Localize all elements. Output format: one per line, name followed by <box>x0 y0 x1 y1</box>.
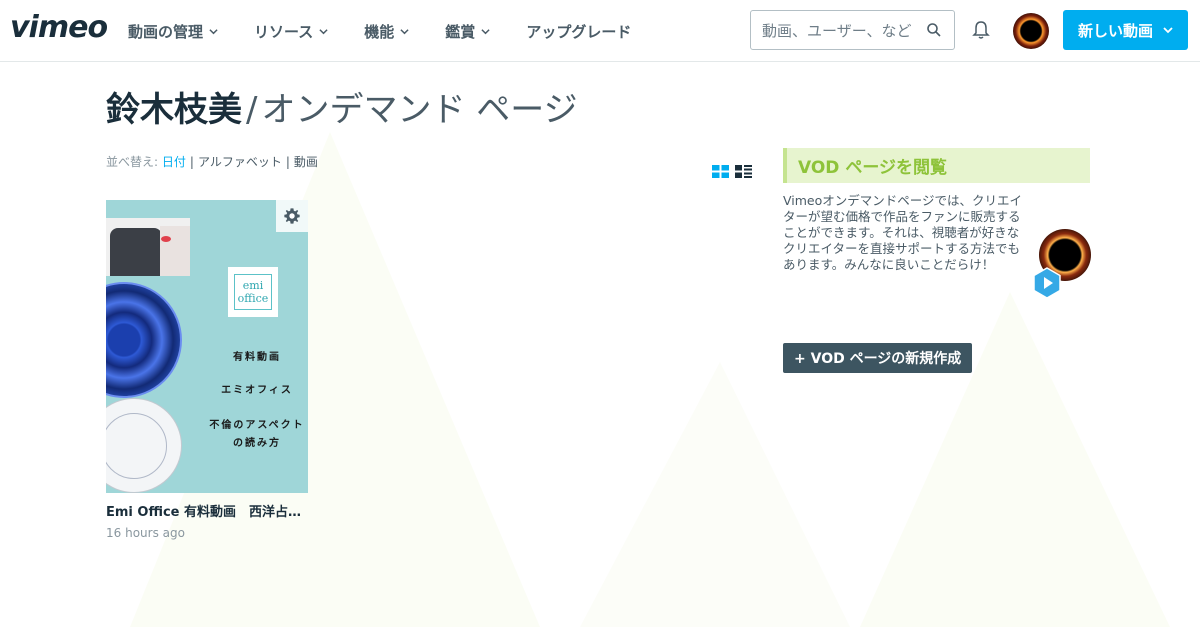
bell-icon[interactable] <box>972 20 990 40</box>
nav-item-label: 動画の管理 <box>128 22 204 41</box>
nav-item-upgrade[interactable]: アップグレード <box>526 21 631 42</box>
new-video-label: 新しい動画 <box>1077 21 1153 40</box>
search-box <box>750 10 955 50</box>
thumbnail-text-line: 不倫のアスペクト <box>209 420 305 431</box>
video-settings-button[interactable] <box>276 200 308 232</box>
gear-icon <box>284 208 300 224</box>
vimeo-logo[interactable]: vimeo <box>10 10 108 45</box>
nav-item-features[interactable]: 機能 <box>364 21 409 42</box>
vod-info-panel: VOD ページを閲覧 Vimeoオンデマンドページでは、クリエイターが望む価格で… <box>783 148 1091 373</box>
emi-office-logo: emi office <box>228 267 278 317</box>
video-card[interactable]: emi office 有料動画 エミオフィス 不倫のアスペクト の読み方 Emi… <box>106 200 308 540</box>
chevron-down-icon <box>400 28 409 34</box>
sort-options: 並べ替え: 日付 | アルファベット | 動画 <box>106 153 318 170</box>
top-nav-bar: vimeo 動画の管理 リソース 機能 鑑賞 アップグレード 新しい動画 <box>0 0 1200 62</box>
thumbnail-text-line: エミオフィス <box>221 385 293 396</box>
photo-shirt <box>160 226 190 276</box>
search-input[interactable] <box>762 20 922 42</box>
title-suffix: オンデマンド ページ <box>261 90 578 130</box>
chevron-down-icon <box>1163 27 1173 34</box>
photo-lips <box>161 236 171 242</box>
thumbnail-photo <box>106 218 190 276</box>
video-timestamp: 16 hours ago <box>106 526 185 540</box>
vod-description: Vimeoオンデマンドページでは、クリエイターが望む価格で作品をファンに販売する… <box>783 193 1023 272</box>
nav-item-label: 機能 <box>364 22 395 41</box>
main-nav: 動画の管理 リソース 機能 鑑賞 アップグレード <box>128 0 667 62</box>
video-thumbnail[interactable]: emi office 有料動画 エミオフィス 不倫のアスペクト の読み方 <box>106 200 308 493</box>
vod-panel-body: Vimeoオンデマンドページでは、クリエイターが望む価格で作品をファンに販売する… <box>783 193 1091 373</box>
nav-item-resources[interactable]: リソース <box>254 21 328 42</box>
thumbnail-text-line: の読み方 <box>233 438 281 449</box>
nav-item-manage-videos[interactable]: 動画の管理 <box>128 21 218 42</box>
sort-label: 並べ替え: <box>106 155 159 169</box>
sort-divider: | <box>189 155 194 169</box>
new-video-button[interactable]: 新しい動画 <box>1063 10 1188 50</box>
sort-option-alphabet[interactable]: アルファベット <box>198 155 282 169</box>
nav-item-label: リソース <box>254 22 314 41</box>
nav-item-watch[interactable]: 鑑賞 <box>445 21 490 42</box>
list-view-icon[interactable] <box>735 163 752 178</box>
search-icon[interactable] <box>926 22 942 38</box>
thumbnail-text-line: 有料動画 <box>233 352 281 363</box>
logo-inner: emi office <box>234 274 272 310</box>
chevron-down-icon <box>481 28 490 34</box>
chart-ring <box>106 413 167 479</box>
zodiac-wheel-art <box>106 282 182 398</box>
view-toggle <box>712 163 758 178</box>
chevron-down-icon <box>209 28 218 34</box>
logo-text-emi: emi <box>242 279 264 292</box>
vod-play-badge-icon <box>1033 267 1061 299</box>
user-avatar[interactable] <box>1013 13 1049 49</box>
page-title: 鈴木枝美 / オンデマンド ページ <box>106 82 578 131</box>
chevron-down-icon <box>319 28 328 34</box>
video-title[interactable]: Emi Office 有料動画 西洋占星術 <box>106 501 306 520</box>
sort-option-date[interactable]: 日付 <box>162 155 186 169</box>
sort-divider: | <box>285 155 290 169</box>
vod-panel-header[interactable]: VOD ページを閲覧 <box>783 148 1090 183</box>
title-separator: / <box>246 90 258 130</box>
nav-item-label: アップグレード <box>526 22 632 41</box>
photo-suit <box>110 228 162 276</box>
sort-option-videos[interactable]: 動画 <box>294 155 318 169</box>
create-vod-page-button[interactable]: + VOD ページの新規作成 <box>783 343 973 373</box>
horoscope-chart-art <box>106 398 182 493</box>
grid-view-icon[interactable] <box>712 163 729 178</box>
owner-name[interactable]: 鈴木枝美 <box>106 90 242 130</box>
nav-item-label: 鑑賞 <box>445 22 476 41</box>
logo-text-office: office <box>237 292 269 305</box>
